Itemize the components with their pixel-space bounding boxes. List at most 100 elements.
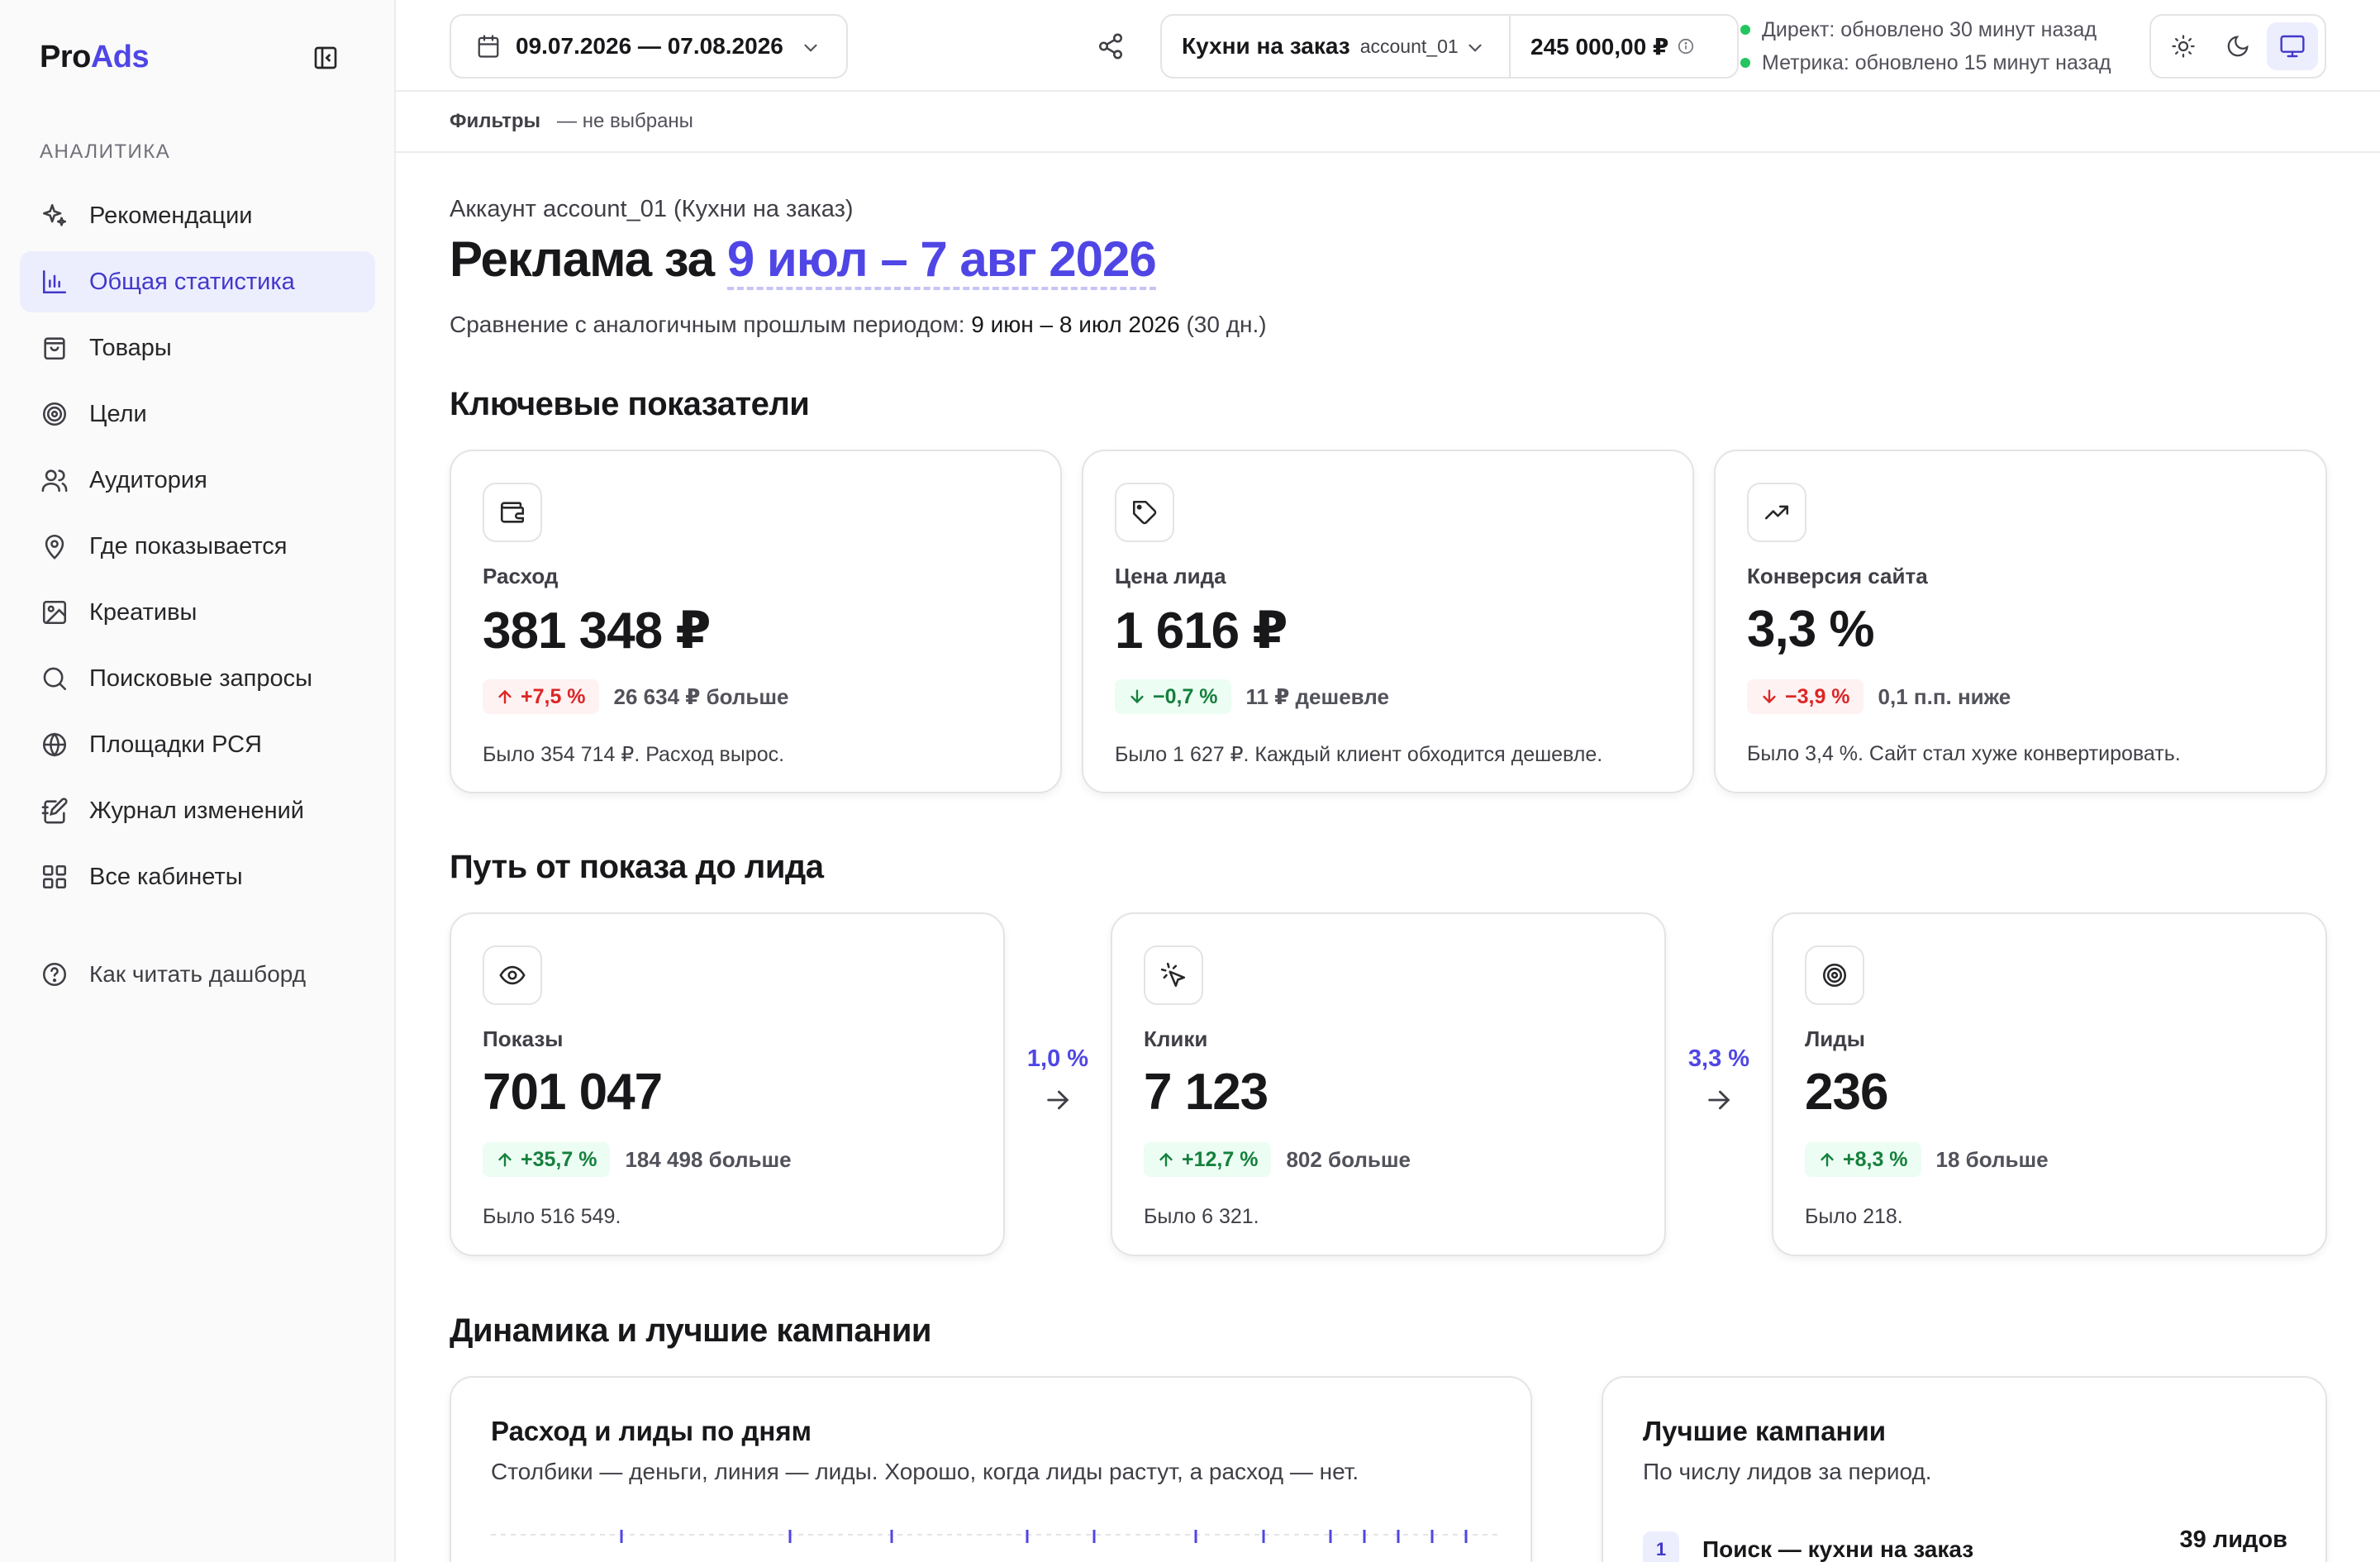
sidebar-item-label: Площадки РСЯ [89, 731, 262, 758]
funnel-delta: 802 больше [1286, 1146, 1411, 1172]
chevron-down-icon [800, 37, 821, 59]
top-campaigns-card: Лучшие кампании По числу лидов за период… [1602, 1376, 2327, 1562]
mouse-pointer-click-icon [1144, 945, 1203, 1005]
funnel-delta: 184 498 больше [625, 1146, 792, 1172]
trending-up-icon [1747, 483, 1806, 542]
status-metrika: Метрика: обновлено 15 минут назад [1740, 46, 2111, 79]
funnel-note: Было 218. [1805, 1205, 1903, 1228]
chart-marks [620, 1530, 1468, 1543]
kpi-card-lead-cost: Цена лида 1 616 ₽ −0,7 % 11 ₽ дешевле Бы… [1082, 450, 1694, 793]
kpi-label: Конверсия сайта [1747, 564, 1928, 588]
help-label: Как читать дашборд [89, 961, 307, 987]
shopping-bag-icon [40, 333, 69, 363]
funnel-rate-value: 3,3 % [1687, 1045, 1750, 1072]
sidebar-item-help[interactable]: Как читать дашборд [20, 944, 375, 1005]
monitor-icon [2280, 35, 2305, 58]
map-pin-icon [40, 531, 69, 561]
campaign-name: Поиск — кухни на заказ [1702, 1536, 1974, 1562]
kpi-change-pct: −3,9 % [1785, 684, 1850, 708]
sparkles-icon [40, 201, 69, 231]
sidebar-item-products[interactable]: Товары [20, 317, 375, 379]
sidebar-item-audience[interactable]: Аудитория [20, 450, 375, 511]
sync-status: Директ: обновлено 30 минут назад Метрика… [1740, 13, 2111, 79]
campaign-row[interactable]: 1 Поиск — кухни на заказ 39 лидов [1643, 1526, 2287, 1562]
status-dot [1740, 58, 1750, 68]
funnel-rate-ctr: 1,0 % [1005, 1045, 1111, 1114]
chart-subtitle: Столбики — деньги, линия — лиды. Хорошо,… [491, 1459, 1359, 1484]
arrow-up-icon [496, 1150, 514, 1169]
sidebar-item-general-stats[interactable]: Общая статистика [20, 251, 375, 312]
sidebar-item-placements[interactable]: Где показывается [20, 516, 375, 577]
status-dot [1740, 25, 1750, 35]
chart-title: Расход и лиды по дням [491, 1416, 812, 1446]
image-icon [40, 598, 69, 627]
campaign-leads: 39 лидов [2179, 1526, 2287, 1553]
funnel-value: 236 [1805, 1064, 1888, 1121]
info-icon[interactable] [1677, 37, 1695, 55]
sidebar-item-label: Поисковые запросы [89, 664, 312, 692]
funnel-deltas: +35,7 % 184 498 больше [483, 1142, 792, 1177]
status-text: Директ: обновлено 30 минут назад [1762, 17, 2097, 41]
kpi-label: Цена лида [1115, 564, 1226, 588]
date-range-value: 09.07.2026 — 07.08.2026 [516, 33, 783, 59]
theme-light-button[interactable] [2158, 22, 2209, 70]
kpi-note: Было 3,4 %. Сайт стал хуже конвертироват… [1747, 742, 2181, 765]
funnel-note: Было 6 321. [1144, 1205, 1259, 1228]
sidebar-item-label: Где показывается [89, 532, 288, 560]
sidebar-item-label: Все кабинеты [89, 863, 243, 890]
account-selector[interactable]: Кухни на заказ account_01 [1162, 16, 1511, 77]
campaigns-title: Лучшие кампании [1643, 1416, 1887, 1446]
target-icon [40, 399, 69, 429]
kpi-value: 1 616 ₽ [1115, 602, 1288, 660]
comparison-period: Сравнение с аналогичным прошлым периодом… [450, 312, 1267, 338]
logo[interactable]: ProAds [40, 40, 150, 75]
kpi-value: 381 348 ₽ [483, 602, 711, 660]
kpi-delta: 26 634 ₽ больше [613, 683, 789, 709]
kpi-delta: 11 ₽ дешевле [1245, 683, 1389, 709]
funnel-change-badge: +35,7 % [483, 1142, 611, 1177]
filter-bar[interactable]: Фильтры — не выбраны [396, 92, 2380, 153]
kpi-card-spend: Расход 381 348 ₽ +7,5 % 26 634 ₽ больше … [450, 450, 1062, 793]
share-button[interactable] [1094, 30, 1127, 63]
compare-prefix: Сравнение с аналогичным прошлым периодом… [450, 312, 972, 337]
sidebar-item-all-accounts[interactable]: Все кабинеты [20, 846, 375, 907]
theme-switcher [2149, 14, 2326, 79]
funnel-value: 7 123 [1144, 1064, 1269, 1121]
section-label-analytics: АНАЛИТИКА [40, 140, 171, 163]
kpi-deltas: +7,5 % 26 634 ₽ больше [483, 679, 789, 714]
funnel-label: Клики [1144, 1026, 1208, 1051]
kpi-change-badge: −0,7 % [1115, 679, 1231, 714]
funnel-delta: 18 больше [1935, 1146, 2049, 1172]
kpi-deltas: −3,9 % 0,1 п.п. ниже [1747, 679, 2011, 714]
funnel-deltas: +12,7 % 802 больше [1144, 1142, 1411, 1177]
date-range-picker[interactable]: 09.07.2026 — 07.08.2026 [450, 14, 848, 79]
theme-dark-button[interactable] [2212, 22, 2263, 70]
filter-label: Фильтры [450, 110, 541, 132]
moon-icon [2227, 36, 2249, 57]
campaign-rank: 1 [1643, 1531, 1679, 1562]
sidebar-item-goals[interactable]: Цели [20, 383, 375, 445]
campaigns-subtitle: По числу лидов за период. [1643, 1459, 1932, 1484]
panel-left-icon [314, 46, 337, 69]
chevron-down-icon [1464, 37, 1486, 59]
help-circle-icon [40, 960, 69, 989]
theme-system-button[interactable] [2267, 22, 2318, 70]
status-text: Метрика: обновлено 15 минут назад [1762, 50, 2111, 74]
sidebar-item-rsya-sites[interactable]: Площадки РСЯ [20, 714, 375, 775]
sidebar-item-label: Креативы [89, 598, 198, 626]
sidebar-item-changelog[interactable]: Журнал изменений [20, 780, 375, 841]
funnel-card-leads: Лиды 236 +8,3 % 18 больше Было 218. [1772, 912, 2327, 1256]
sidebar-item-search-queries[interactable]: Поисковые запросы [20, 648, 375, 709]
arrow-right-icon [1044, 1086, 1072, 1114]
sidebar-item-recommendations[interactable]: Рекомендации [20, 185, 375, 246]
collapse-sidebar-button[interactable] [311, 43, 340, 73]
filter-value: — не выбраны [557, 110, 693, 132]
sidebar-item-label: Рекомендации [89, 202, 253, 229]
kpi-delta: 0,1 п.п. ниже [1878, 683, 2011, 709]
title-date-range[interactable]: 9 июл – 7 авг 2026 [726, 231, 1157, 290]
arrow-up-icon [496, 688, 514, 706]
calendar-icon [476, 34, 501, 59]
sidebar-item-creatives[interactable]: Креативы [20, 582, 375, 643]
account-caption: Аккаунт account_01 (Кухни на заказ) [450, 196, 854, 222]
kpi-change-pct: +7,5 % [521, 684, 586, 708]
